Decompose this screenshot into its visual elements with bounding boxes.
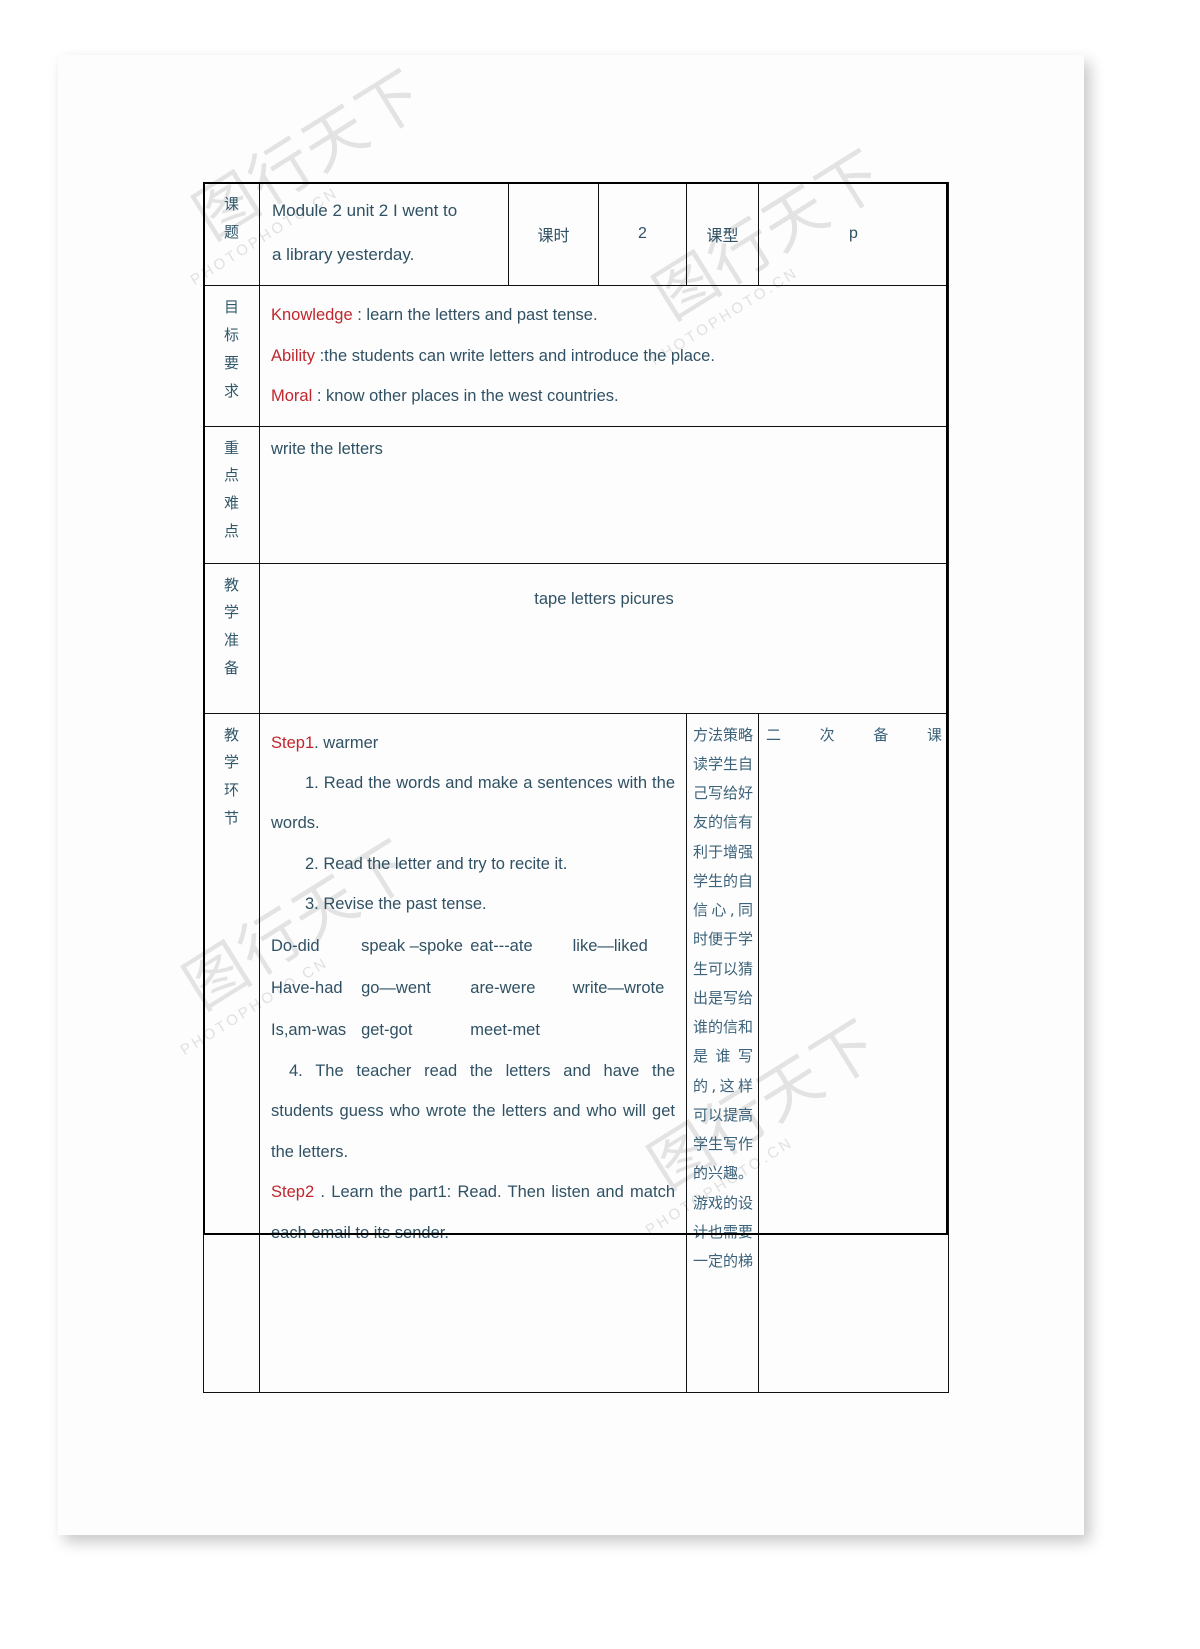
verb-1-1: Do-did [271, 936, 320, 955]
procedure-step2: Step2 . Learn the part1: Read. Then list… [271, 1172, 675, 1253]
lesson-title-line2: a library yesterday. [272, 245, 415, 265]
verb-row-1: Do-did speak –spoke eat---ate like—liked [271, 925, 675, 967]
row-label-key-points-char4: 点 [223, 521, 239, 540]
procedure-item-2-text: 2. Read the letter and try to recite it. [305, 854, 568, 873]
row-label-preparation-char4: 备 [223, 658, 239, 677]
row-label-key-points-char1: 重 [223, 438, 239, 457]
preparation-text: tape letters picures [534, 589, 674, 608]
objective-moral-tag: Moral [271, 387, 313, 406]
row-label-objectives-char4: 求 [223, 381, 239, 400]
row-label-preparation-char2: 学 [223, 603, 239, 622]
key-points-text: write the letters [271, 439, 383, 458]
methods-strategy-column: 方法策略 读学生自己写给好友的信有利于增强学生的自信心,同时便于学生可以猜出是写… [686, 712, 759, 1393]
verb-3-3: meet-met [470, 1020, 540, 1039]
row-label-objectives-char3: 要 [223, 353, 239, 372]
table-row-objectives: 目 标 要 求 Knowledge : learn the letters an… [203, 285, 949, 427]
row-label-key-points: 重 点 难 点 [203, 425, 260, 564]
procedure-item-4-text: 4. The teacher read the letters and have… [271, 1061, 675, 1161]
table-row-procedure: 教 学 环 节 Step1. warmer 1. Read the words … [203, 712, 949, 1393]
row-label-procedure: 教 学 环 节 [203, 712, 260, 1393]
objective-ability-tag: Ability [271, 346, 316, 365]
step1-text: . warmer [314, 733, 379, 752]
procedure-step1: Step1. warmer [271, 723, 675, 763]
table-row-title: 课 题 Module 2 unit 2 I went to a library … [203, 181, 949, 287]
row-label-key-points-char3: 难 [223, 494, 239, 513]
procedure-content-cell: Step1. warmer 1. Read the words and make… [259, 712, 687, 1393]
procedure-item-1-text: 1. Read the words and make a sentences w… [271, 774, 675, 833]
lesson-type-value-cell: p [758, 181, 949, 287]
lesson-type-label-cell: 课型 [686, 181, 759, 287]
objective-knowledge: Knowledge : learn the letters and past t… [271, 295, 937, 335]
row-label-objectives-char2: 标 [223, 326, 239, 345]
verb-2-4: write—wrote [572, 978, 665, 997]
procedure-item-4: 4. The teacher read the letters and have… [271, 1051, 675, 1172]
document-page: 图行天下 PHOTOPHOTO.CN 图行天下 PHOTOPHOTO.CN 图行天下… [58, 55, 1084, 1535]
objective-knowledge-tag: Knowledge [271, 306, 353, 325]
row-label-preparation: 教 学 准 备 [203, 562, 260, 714]
verb-2-1: Have-had [271, 978, 343, 997]
procedure-item-1: 1. Read the words and make a sentences w… [271, 763, 675, 844]
verb-row-3: Is,am-was get-got meet-met [271, 1009, 675, 1051]
step1-tag: Step1 [271, 733, 315, 752]
second-preparation-text: 二次备课 [766, 725, 942, 744]
objective-ability-text: :the students can write letters and intr… [315, 346, 715, 365]
verb-3-1: Is,am-was [271, 1020, 347, 1039]
verb-2-3: are-were [470, 978, 536, 997]
table-row-key-points: 重 点 难 点 write the letters [203, 425, 949, 564]
verb-1-3: eat---ate [470, 936, 533, 955]
table-row-preparation: 教 学 准 备 tape letters picures [203, 562, 949, 714]
procedure-item-3: 3. Revise the past tense. [271, 884, 675, 924]
lesson-title-cell: Module 2 unit 2 I went to a library yest… [259, 181, 509, 287]
verb-1-4: like—liked [572, 936, 648, 955]
verb-2-2: go—went [361, 978, 431, 997]
row-label-key-points-char2: 点 [223, 466, 239, 485]
key-points-cell: write the letters [259, 425, 949, 564]
row-label-title-char1: 课 [223, 195, 239, 213]
row-label-objectives-char1: 目 [223, 298, 239, 317]
lesson-title-line1: Module 2 unit 2 I went to [272, 201, 458, 220]
row-label-title: 课 题 [203, 181, 260, 287]
methods-strategy-text: 方法策略 读学生自己写给好友的信有利于增强学生的自信心,同时便于学生可以猜出是写… [693, 725, 754, 1271]
second-preparation-column: 二次备课 [758, 712, 949, 1393]
row-label-procedure-char2: 学 [223, 753, 239, 772]
step2-tag: Step2 [271, 1183, 315, 1202]
objective-moral: Moral : know other places in the west co… [271, 376, 937, 416]
procedure-item-2: 2. Read the letter and try to recite it. [271, 844, 675, 884]
row-label-procedure-char3: 环 [223, 781, 239, 800]
row-label-procedure-char4: 节 [223, 808, 239, 827]
preparation-cell: tape letters picures [259, 562, 949, 714]
objectives-cell: Knowledge : learn the letters and past t… [259, 285, 949, 427]
objective-moral-text: : know other places in the west countrie… [312, 387, 619, 406]
verb-1-2: speak –spoke [361, 936, 463, 955]
row-label-preparation-char3: 准 [223, 631, 239, 650]
lesson-plan-table: 课 题 Module 2 unit 2 I went to a library … [203, 181, 949, 1393]
verb-3-4 [573, 1009, 675, 1051]
row-label-procedure-char1: 教 [223, 725, 239, 744]
step2-text: . Learn the part1: Read. Then listen and… [271, 1183, 675, 1242]
objective-ability: Ability :the students can write letters … [271, 336, 937, 376]
periods-value-cell: 2 [598, 181, 687, 287]
row-label-preparation-char1: 教 [223, 575, 239, 594]
verb-3-2: get-got [361, 1020, 413, 1039]
row-label-title-char2: 题 [223, 222, 239, 241]
verb-row-2: Have-had go—went are-were write—wrote [271, 967, 675, 1009]
procedure-item-3-text: 3. Revise the past tense. [305, 895, 487, 914]
row-label-objectives: 目 标 要 求 [203, 285, 260, 427]
objective-knowledge-text: : learn the letters and past tense. [352, 306, 598, 325]
periods-label-cell: 课时 [508, 181, 599, 287]
